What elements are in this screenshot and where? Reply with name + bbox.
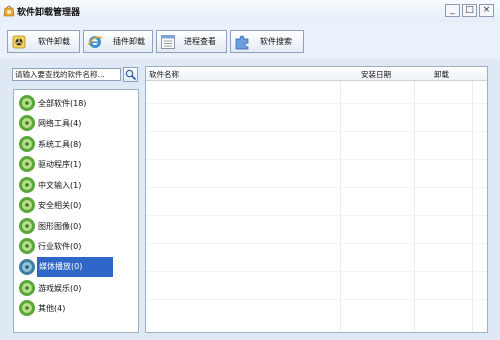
close-button[interactable]: × bbox=[479, 4, 494, 17]
category-label: 游戏娱乐(0) bbox=[38, 284, 82, 293]
category-list: 全部软件(18) 网络工具(4) 系统工具(8) 驱动程序(1) 中文输入(1)… bbox=[13, 89, 139, 333]
table-header: 软件名称 安装日期 卸载 bbox=[146, 67, 487, 81]
software-search-input[interactable]: 请输入要查找的软件名称... bbox=[12, 68, 121, 81]
category-label: 安全相关(0) bbox=[38, 201, 82, 210]
row-divider bbox=[146, 103, 487, 104]
row-divider bbox=[146, 187, 487, 188]
column-divider bbox=[472, 67, 473, 332]
app-icon bbox=[3, 5, 15, 17]
row-divider bbox=[146, 131, 487, 132]
category-label: 其他(4) bbox=[38, 304, 66, 313]
column-header-install-date[interactable]: 安装日期 bbox=[361, 69, 391, 80]
category-label: 行业软件(0) bbox=[38, 242, 82, 251]
category-disc-icon bbox=[19, 300, 35, 316]
magnifier-icon bbox=[125, 69, 137, 81]
row-divider bbox=[146, 243, 487, 244]
column-header-uninstall[interactable]: 卸载 bbox=[434, 69, 449, 80]
uninstall-software-label: 软件卸载 bbox=[38, 37, 70, 46]
category-label: 全部软件(18) bbox=[38, 99, 87, 108]
category-disc-icon bbox=[19, 218, 35, 234]
category-label: 中文输入(1) bbox=[38, 181, 82, 190]
maximize-button[interactable]: □ bbox=[462, 4, 477, 17]
category-disc-icon bbox=[19, 156, 35, 172]
category-disc-icon bbox=[19, 115, 35, 131]
puzzle-search-icon bbox=[235, 35, 249, 50]
row-divider bbox=[146, 299, 487, 300]
row-divider bbox=[146, 271, 487, 272]
search-software-label: 软件搜索 bbox=[260, 37, 292, 46]
uninstall-software-button[interactable]: 软件卸载 bbox=[7, 30, 80, 53]
toolbar: 软件卸载 插件卸载 进程查看 软件搜索 bbox=[0, 22, 500, 59]
category-disc-icon bbox=[19, 197, 35, 213]
category-label: 驱动程序(1) bbox=[38, 160, 82, 169]
software-table: 软件名称 安装日期 卸载 bbox=[145, 66, 488, 333]
view-process-button[interactable]: 进程查看 bbox=[156, 30, 227, 53]
search-software-button[interactable]: 软件搜索 bbox=[230, 30, 304, 53]
row-divider bbox=[146, 159, 487, 160]
view-process-label: 进程查看 bbox=[184, 37, 216, 46]
category-disc-icon bbox=[19, 259, 35, 275]
column-divider bbox=[340, 67, 341, 332]
search-button[interactable] bbox=[123, 67, 138, 82]
category-disc-icon bbox=[19, 95, 35, 111]
column-header-name[interactable]: 软件名称 bbox=[149, 69, 179, 80]
uninstall-icon bbox=[12, 35, 26, 49]
minimize-button[interactable]: _ bbox=[445, 4, 460, 17]
category-disc-icon bbox=[19, 238, 35, 254]
category-disc-icon bbox=[19, 136, 35, 152]
uninstall-plugin-label: 插件卸载 bbox=[113, 37, 145, 46]
ie-plugin-icon bbox=[87, 36, 103, 48]
category-label: 网络工具(4) bbox=[38, 119, 82, 128]
window-title: 软件卸载管理器 bbox=[17, 8, 81, 18]
row-divider bbox=[146, 215, 487, 216]
process-list-icon bbox=[161, 35, 175, 49]
column-divider bbox=[414, 67, 415, 332]
category-label: 系统工具(8) bbox=[38, 140, 82, 149]
category-label: 媒体播放(0) bbox=[37, 257, 113, 277]
category-label: 图形图像(0) bbox=[38, 222, 82, 231]
title-bar: 软件卸载管理器 _ □ × bbox=[0, 0, 500, 23]
category-disc-icon bbox=[19, 280, 35, 296]
uninstall-plugin-button[interactable]: 插件卸载 bbox=[83, 30, 153, 53]
category-disc-icon bbox=[19, 177, 35, 193]
